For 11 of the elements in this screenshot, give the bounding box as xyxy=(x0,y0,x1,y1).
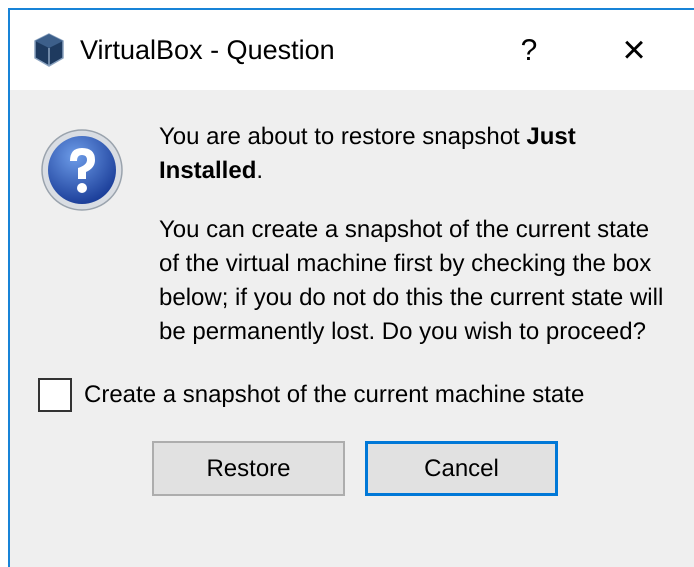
cube-icon xyxy=(32,32,66,68)
message-text: You can create a snapshot of the current state of the virtual machine first by checking the box below; if you do not do this the current state will be permanently lost. Do you wish to proceed? xyxy=(159,215,664,347)
checkbox-label: Create a snapshot of the current machine state xyxy=(84,380,584,410)
checkbox[interactable] xyxy=(38,378,72,412)
dialog-button[interactable]: Cancel xyxy=(365,441,558,496)
window-title: VirtualBox - Question xyxy=(80,34,335,67)
close-button[interactable]: × xyxy=(574,10,694,90)
dialog-button[interactable]: Restore xyxy=(152,441,345,496)
help-button[interactable]: ? xyxy=(484,10,574,90)
message-text: You are about to restore snapshot Just Installed. xyxy=(159,122,577,186)
question-icon xyxy=(40,128,124,212)
